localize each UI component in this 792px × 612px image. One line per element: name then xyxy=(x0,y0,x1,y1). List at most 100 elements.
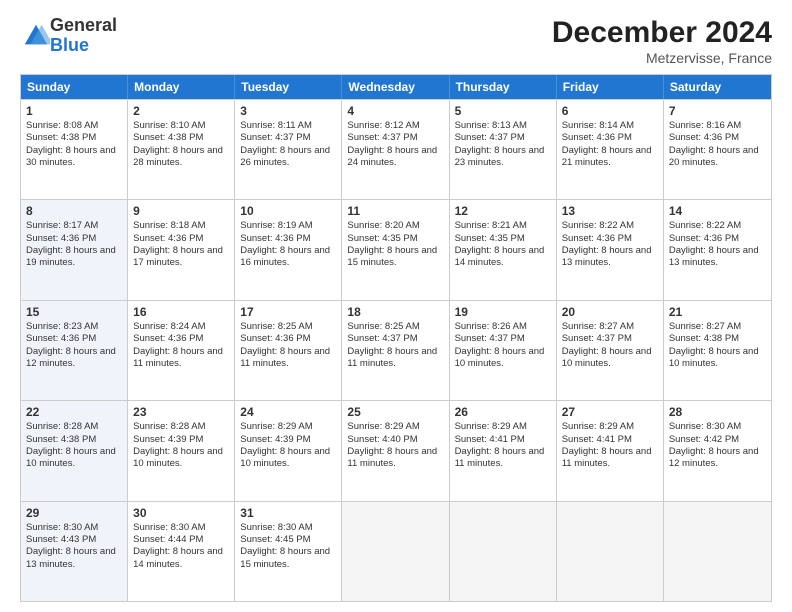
sunrise-text: Sunrise: 8:30 AM xyxy=(669,421,766,433)
cell-dec23: 23 Sunrise: 8:28 AM Sunset: 4:39 PM Dayl… xyxy=(128,401,235,500)
sunset-text: Sunset: 4:41 PM xyxy=(562,434,658,446)
cell-dec9: 9 Sunrise: 8:18 AM Sunset: 4:36 PM Dayli… xyxy=(128,200,235,299)
cell-dec20: 20 Sunrise: 8:27 AM Sunset: 4:37 PM Dayl… xyxy=(557,301,664,400)
sunset-text: Sunset: 4:38 PM xyxy=(26,132,122,144)
header-sunday: Sunday xyxy=(21,75,128,99)
sunset-text: Sunset: 4:44 PM xyxy=(133,534,229,546)
day-num: 14 xyxy=(669,204,766,218)
sunset-text: Sunset: 4:36 PM xyxy=(133,333,229,345)
sunset-text: Sunset: 4:45 PM xyxy=(240,534,336,546)
day-num: 3 xyxy=(240,104,336,118)
sunset-text: Sunset: 4:37 PM xyxy=(240,132,336,144)
sunset-text: Sunset: 4:36 PM xyxy=(26,333,122,345)
cell-dec30: 30 Sunrise: 8:30 AM Sunset: 4:44 PM Dayl… xyxy=(128,502,235,601)
day-num: 22 xyxy=(26,405,122,419)
daylight-text: Daylight: 8 hours and 23 minutes. xyxy=(455,145,551,170)
day-num: 23 xyxy=(133,405,229,419)
sunrise-text: Sunrise: 8:28 AM xyxy=(133,421,229,433)
day-num: 31 xyxy=(240,506,336,520)
sunset-text: Sunset: 4:36 PM xyxy=(669,132,766,144)
sunrise-text: Sunrise: 8:24 AM xyxy=(133,321,229,333)
sunset-text: Sunset: 4:36 PM xyxy=(240,233,336,245)
day-num: 26 xyxy=(455,405,551,419)
day-num: 28 xyxy=(669,405,766,419)
cell-dec8: 8 Sunrise: 8:17 AM Sunset: 4:36 PM Dayli… xyxy=(21,200,128,299)
location: Metzervisse, France xyxy=(552,50,772,66)
sunrise-text: Sunrise: 8:30 AM xyxy=(26,522,122,534)
daylight-text: Daylight: 8 hours and 19 minutes. xyxy=(26,245,122,270)
daylight-text: Daylight: 8 hours and 11 minutes. xyxy=(562,446,658,471)
sunrise-text: Sunrise: 8:20 AM xyxy=(347,220,443,232)
sunrise-text: Sunrise: 8:17 AM xyxy=(26,220,122,232)
calendar-body: 1 Sunrise: 8:08 AM Sunset: 4:38 PM Dayli… xyxy=(21,99,771,601)
day-num: 13 xyxy=(562,204,658,218)
day-num: 29 xyxy=(26,506,122,520)
daylight-text: Daylight: 8 hours and 15 minutes. xyxy=(347,245,443,270)
daylight-text: Daylight: 8 hours and 12 minutes. xyxy=(669,446,766,471)
sunrise-text: Sunrise: 8:21 AM xyxy=(455,220,551,232)
daylight-text: Daylight: 8 hours and 14 minutes. xyxy=(455,245,551,270)
cell-dec17: 17 Sunrise: 8:25 AM Sunset: 4:36 PM Dayl… xyxy=(235,301,342,400)
sunrise-text: Sunrise: 8:30 AM xyxy=(133,522,229,534)
cell-dec18: 18 Sunrise: 8:25 AM Sunset: 4:37 PM Dayl… xyxy=(342,301,449,400)
cell-dec28: 28 Sunrise: 8:30 AM Sunset: 4:42 PM Dayl… xyxy=(664,401,771,500)
sunset-text: Sunset: 4:43 PM xyxy=(26,534,122,546)
header-monday: Monday xyxy=(128,75,235,99)
cell-dec15: 15 Sunrise: 8:23 AM Sunset: 4:36 PM Dayl… xyxy=(21,301,128,400)
sunset-text: Sunset: 4:39 PM xyxy=(240,434,336,446)
header-tuesday: Tuesday xyxy=(235,75,342,99)
daylight-text: Daylight: 8 hours and 12 minutes. xyxy=(26,346,122,371)
sunset-text: Sunset: 4:36 PM xyxy=(562,132,658,144)
cell-dec1: 1 Sunrise: 8:08 AM Sunset: 4:38 PM Dayli… xyxy=(21,100,128,199)
sunrise-text: Sunrise: 8:27 AM xyxy=(669,321,766,333)
sunrise-text: Sunrise: 8:28 AM xyxy=(26,421,122,433)
day-num: 12 xyxy=(455,204,551,218)
cell-dec4: 4 Sunrise: 8:12 AM Sunset: 4:37 PM Dayli… xyxy=(342,100,449,199)
sunrise-text: Sunrise: 8:29 AM xyxy=(347,421,443,433)
day-num: 4 xyxy=(347,104,443,118)
day-num: 9 xyxy=(133,204,229,218)
day-num: 11 xyxy=(347,204,443,218)
sunrise-text: Sunrise: 8:11 AM xyxy=(240,120,336,132)
logo-blue-text: Blue xyxy=(50,35,89,55)
cell-dec31: 31 Sunrise: 8:30 AM Sunset: 4:45 PM Dayl… xyxy=(235,502,342,601)
cell-dec10: 10 Sunrise: 8:19 AM Sunset: 4:36 PM Dayl… xyxy=(235,200,342,299)
week-row-2: 8 Sunrise: 8:17 AM Sunset: 4:36 PM Dayli… xyxy=(21,199,771,299)
sunset-text: Sunset: 4:36 PM xyxy=(669,233,766,245)
logo-general-text: General xyxy=(50,15,117,35)
cell-dec3: 3 Sunrise: 8:11 AM Sunset: 4:37 PM Dayli… xyxy=(235,100,342,199)
calendar-header: Sunday Monday Tuesday Wednesday Thursday… xyxy=(21,75,771,99)
day-num: 15 xyxy=(26,305,122,319)
sunrise-text: Sunrise: 8:27 AM xyxy=(562,321,658,333)
week-row-3: 15 Sunrise: 8:23 AM Sunset: 4:36 PM Dayl… xyxy=(21,300,771,400)
cell-dec29: 29 Sunrise: 8:30 AM Sunset: 4:43 PM Dayl… xyxy=(21,502,128,601)
daylight-text: Daylight: 8 hours and 17 minutes. xyxy=(133,245,229,270)
daylight-text: Daylight: 8 hours and 13 minutes. xyxy=(669,245,766,270)
cell-dec12: 12 Sunrise: 8:21 AM Sunset: 4:35 PM Dayl… xyxy=(450,200,557,299)
daylight-text: Daylight: 8 hours and 10 minutes. xyxy=(562,346,658,371)
cell-empty-2 xyxy=(450,502,557,601)
sunset-text: Sunset: 4:38 PM xyxy=(26,434,122,446)
month-title: December 2024 xyxy=(552,16,772,50)
logo: General Blue xyxy=(20,16,117,56)
week-row-5: 29 Sunrise: 8:30 AM Sunset: 4:43 PM Dayl… xyxy=(21,501,771,601)
sunset-text: Sunset: 4:42 PM xyxy=(669,434,766,446)
title-block: December 2024 Metzervisse, France xyxy=(552,16,772,66)
daylight-text: Daylight: 8 hours and 11 minutes. xyxy=(347,446,443,471)
day-num: 25 xyxy=(347,405,443,419)
day-num: 6 xyxy=(562,104,658,118)
daylight-text: Daylight: 8 hours and 11 minutes. xyxy=(133,346,229,371)
logo-icon xyxy=(22,22,50,50)
cell-dec25: 25 Sunrise: 8:29 AM Sunset: 4:40 PM Dayl… xyxy=(342,401,449,500)
sunset-text: Sunset: 4:35 PM xyxy=(455,233,551,245)
sunset-text: Sunset: 4:38 PM xyxy=(133,132,229,144)
daylight-text: Daylight: 8 hours and 13 minutes. xyxy=(562,245,658,270)
daylight-text: Daylight: 8 hours and 30 minutes. xyxy=(26,145,122,170)
sunrise-text: Sunrise: 8:13 AM xyxy=(455,120,551,132)
cell-dec16: 16 Sunrise: 8:24 AM Sunset: 4:36 PM Dayl… xyxy=(128,301,235,400)
daylight-text: Daylight: 8 hours and 10 minutes. xyxy=(133,446,229,471)
sunrise-text: Sunrise: 8:16 AM xyxy=(669,120,766,132)
sunset-text: Sunset: 4:38 PM xyxy=(669,333,766,345)
cell-dec6: 6 Sunrise: 8:14 AM Sunset: 4:36 PM Dayli… xyxy=(557,100,664,199)
cell-dec2: 2 Sunrise: 8:10 AM Sunset: 4:38 PM Dayli… xyxy=(128,100,235,199)
